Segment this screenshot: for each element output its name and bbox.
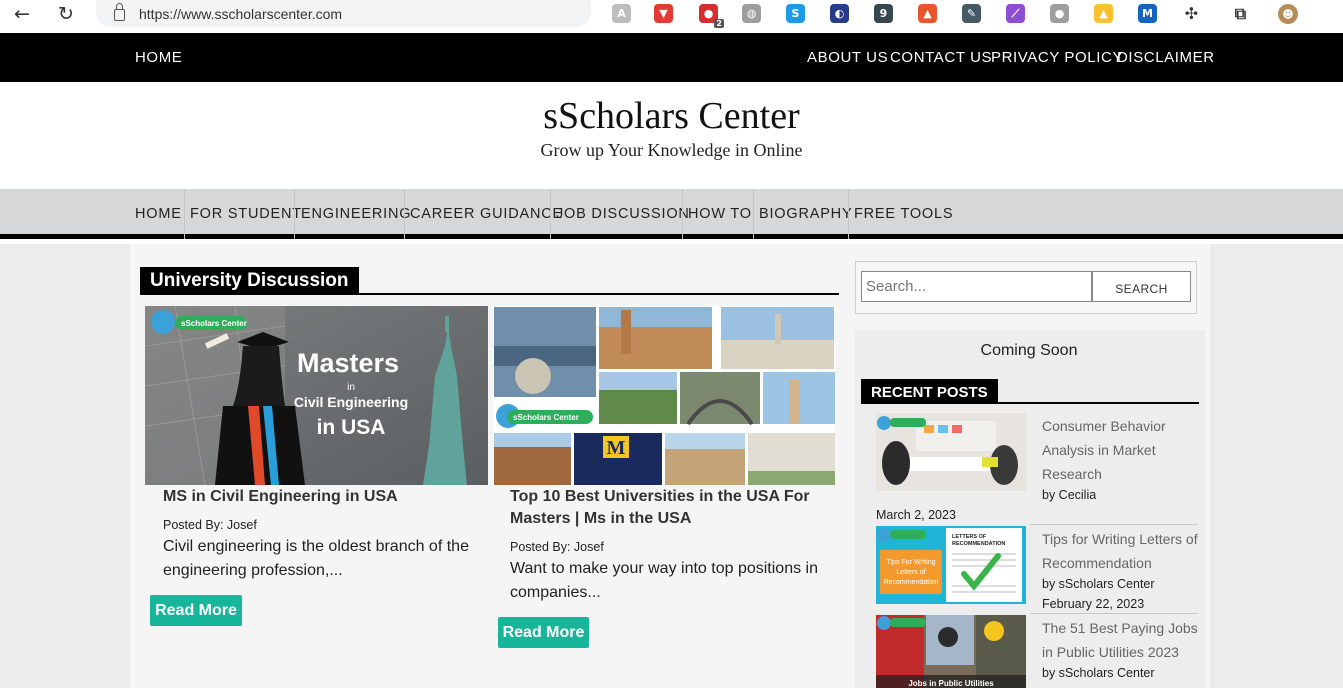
circle-icon[interactable]: ● [1050,4,1069,23]
public-utilities-jobs-thumbnail-image: Jobs in Public Utilities [876,615,1026,688]
bell-icon[interactable]: ▲ [1094,4,1113,23]
recent-posts-divider [861,402,1199,404]
menu-divider [682,189,683,239]
avatar[interactable]: ☻ [1278,4,1298,24]
swirl-icon[interactable]: ◐ [830,4,849,23]
extension-badge: 2 [714,19,724,28]
shield-icon[interactable]: ▼ [654,4,673,23]
post-thumbnail[interactable]: sScholars Center Masters in Civil Engine… [145,306,488,485]
recent-post-divider [1030,524,1198,525]
read-more-button[interactable]: Read More [498,617,589,648]
reload-icon[interactable]: ↻ [54,3,78,25]
section-divider [140,293,839,295]
thumb-text-line: Recommendation [884,579,939,586]
pen-icon[interactable]: ✎ [962,4,981,23]
site-title[interactable]: sScholars Center [0,94,1343,138]
section-title: University Discussion [140,267,359,295]
puzzle-icon[interactable]: ✣ [1182,4,1201,23]
topnav-home-link[interactable]: HOME [135,49,182,66]
menu-home[interactable]: HOME [135,206,182,222]
recent-post-author: by Cecilia [1042,488,1097,502]
civil-engineering-thumbnail-image: sScholars Center Masters in Civil Engine… [145,306,488,485]
michigan-logo-text: M [607,437,626,459]
menu-how-to[interactable]: HOW TO [688,206,752,222]
letters-of-recommendation-thumbnail-image: Tips For Writing Letters of Recommendati… [876,526,1026,604]
search-button[interactable]: SEARCH [1092,271,1191,302]
thumb-text-line: Tips For Writing [886,559,935,566]
address-bar[interactable]: https://www.sscholarscenter.com [96,0,591,27]
menu-divider [848,189,849,239]
thumb-text-line: LETTERS OF [952,534,987,540]
m-icon[interactable]: M [1138,4,1157,23]
browser-toolbar: ← ↻ https://www.sscholarscenter.com A ▼ ● 2… [0,0,1343,33]
post-title[interactable]: Top 10 Best Universities in the USA For … [510,486,830,530]
recent-post-date: February 22, 2023 [1042,597,1145,611]
post-excerpt: Want to make your way into top positions… [510,560,818,601]
recent-post-thumbnail[interactable] [876,413,1026,491]
top-navigation: HOME ABOUT US CONTACT US PRIVACY POLICY … [0,33,1343,82]
recent-post-author: by sScholars Center [1042,666,1155,680]
topnav-about-link[interactable]: ABOUT US [807,49,888,66]
menu-free-tools[interactable]: FREE TOOLS [854,206,953,222]
menu-engineering[interactable]: ENGINEERING [301,206,411,222]
menu-career-guidance[interactable]: CAREER GUIDANCE [410,206,563,222]
thumbnail-small-text: in [347,382,355,393]
main-menu: HOME FOR STUDENT ENGINEERING CAREER GUID… [0,189,1343,239]
recent-post-thumbnail[interactable]: Jobs in Public Utilities [876,615,1026,688]
universities-collage-image: sScholars Center M [493,306,835,485]
recent-post-thumbnail[interactable]: Tips For Writing Letters of Recommendati… [876,526,1026,604]
url-text: https://www.sscholarscenter.com [139,5,343,22]
adblock-icon[interactable]: ● 2 [699,4,724,28]
post-author: Posted By: Josef [510,540,604,554]
post-excerpt: Civil engineering is the oldest branch o… [163,538,469,579]
menu-job-discussion[interactable]: JOB DISCUSSION [556,206,690,222]
a-logo-icon[interactable]: A [612,4,631,23]
thumbnail-heading-text: Masters [297,348,399,378]
recent-posts-heading: RECENT POSTS [861,379,998,404]
menu-divider [753,189,754,239]
menu-divider [550,189,551,239]
recent-post-title[interactable]: Consumer Behavior Analysis in Market Res… [1042,414,1202,486]
thumbnail-country-text: in USA [317,416,386,439]
consumer-behavior-thumbnail-image [876,413,1026,491]
recent-post-title[interactable]: Tips for Writing Letters of Recommendati… [1042,527,1202,575]
site-tagline: Grow up Your Knowledge in Online [540,140,803,160]
lock-icon[interactable]: ▲ [918,4,937,23]
thumbnail-subtitle-text: Civil Engineering [294,394,408,410]
menu-for-student[interactable]: FOR STUDENT [190,206,302,222]
lock-icon [114,3,125,21]
menu-divider [404,189,405,239]
recent-post-author: by sScholars Center [1042,577,1155,591]
post-title[interactable]: MS in Civil Engineering in USA [163,486,483,508]
recent-post-divider [1030,613,1198,614]
coming-soon-text: Coming Soon [980,342,1078,359]
collections-icon[interactable]: ⧉ [1231,4,1250,23]
thumbnail-brand-text: sScholars Center [181,319,247,328]
post-author: Posted By: Josef [163,518,257,532]
menu-biography[interactable]: BIOGRAPHY [759,206,852,222]
feather-icon[interactable]: ⟋ [1006,4,1025,23]
thumb-text-line: RECOMMENDATION [952,541,1005,547]
post-thumbnail[interactable]: sScholars Center M [493,306,835,485]
search-input[interactable] [861,271,1092,302]
read-more-button[interactable]: Read More [150,595,242,626]
globe-icon[interactable]: ◍ [742,4,761,23]
recent-post-title[interactable]: The 51 Best Paying Jobs in Public Utilit… [1042,616,1202,664]
back-arrow-icon[interactable]: ← [10,3,34,25]
thumb-text-line: Letters of [896,569,925,576]
thumb-text-line: Jobs in Public Utilities [908,679,994,688]
recent-post-date: March 2, 2023 [876,508,956,522]
topnav-privacy-link[interactable]: PRIVACY POLICY [991,49,1123,66]
topnav-disclaimer-link[interactable]: DISCLAIMER [1117,49,1215,66]
collage-brand-text: sScholars Center [513,413,579,422]
search-widget: SEARCH [855,261,1197,314]
topnav-contact-link[interactable]: CONTACT US [890,49,992,66]
nine-icon[interactable]: 9 [874,4,893,23]
skype-icon[interactable]: S [786,4,805,23]
menu-divider [184,189,185,239]
menu-divider [294,189,295,239]
